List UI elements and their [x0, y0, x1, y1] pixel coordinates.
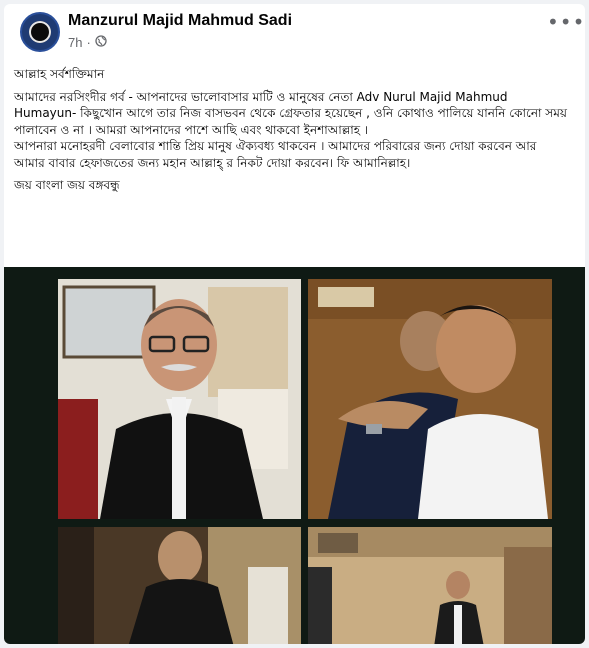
photo-man-office [308, 527, 552, 644]
post-photo-collage[interactable] [4, 267, 585, 644]
post-text: আল্লাহ সর্বশক্তিমান আমাদের নরসিংদীর গর্ব… [14, 66, 569, 194]
post-line-2: আমাদের নরসিংদীর গর্ব - আপনাদের ভালোবাসার… [14, 89, 567, 137]
post-line-1: আল্লাহ সর্বশক্তিমান [14, 67, 105, 81]
post-line-3: আপনারা মনোহরদী বেলাবোর শান্তি প্রিয় মান… [14, 139, 537, 170]
photo-embrace [308, 279, 552, 519]
post-card: Manzurul Majid Mahmud Sadi 7h · ••• আল্ল… [4, 4, 585, 644]
post-header: Manzurul Majid Mahmud Sadi 7h · ••• [4, 4, 585, 60]
meta-separator: · [86, 35, 91, 50]
author-avatar[interactable] [20, 12, 60, 52]
more-options-icon[interactable]: ••• [547, 12, 584, 38]
globe-icon [95, 35, 107, 50]
post-meta: 7h · [68, 35, 107, 50]
author-name[interactable]: Manzurul Majid Mahmud Sadi [68, 12, 292, 30]
post-time[interactable]: 7h [68, 35, 82, 50]
photo-man-dark [58, 527, 301, 644]
photo-portrait-man [58, 279, 301, 519]
post-line-4: জয় বাংলা জয় বঙ্গবন্ধু [14, 178, 120, 192]
